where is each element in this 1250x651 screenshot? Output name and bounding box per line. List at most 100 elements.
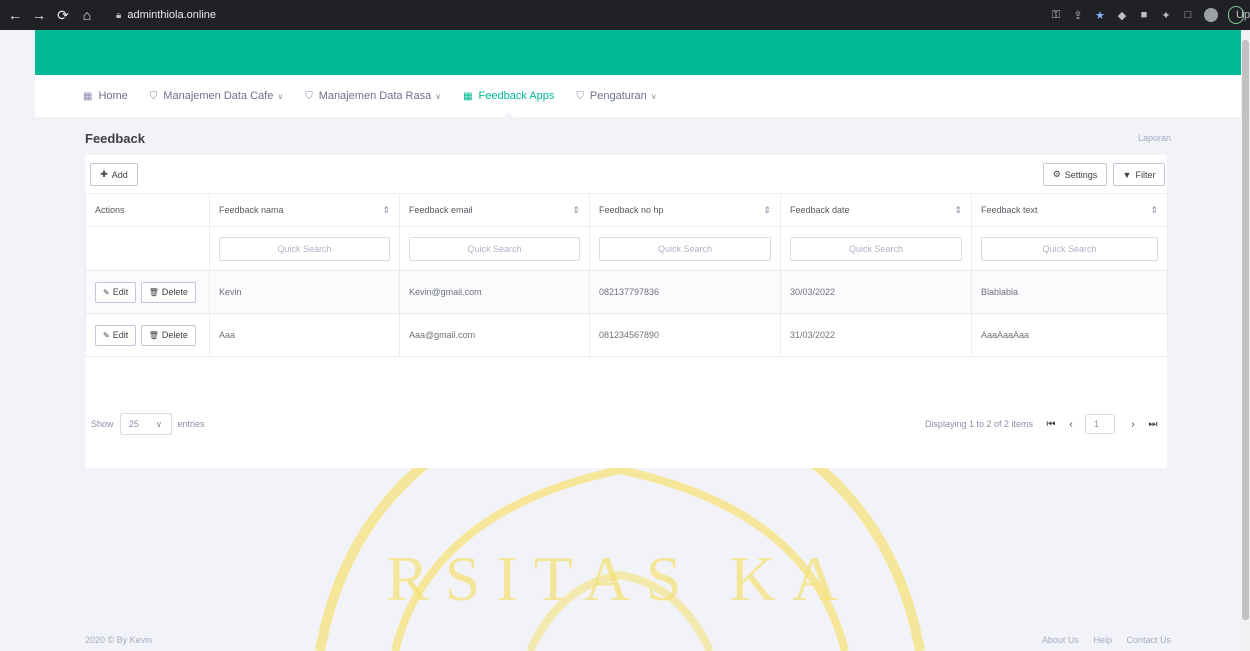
edit-button[interactable]: ✎ Edit — [95, 324, 137, 346]
extension-icon[interactable]: ■ — [1138, 9, 1150, 21]
home-icon[interactable]: ⌂ — [78, 7, 96, 23]
report-link[interactable]: Laporan — [1138, 133, 1171, 143]
last-page-icon[interactable]: ⏭ — [1145, 419, 1161, 430]
settings-label: Settings — [1064, 169, 1098, 180]
menu-item-home[interactable]: ▦ Home — [83, 90, 128, 102]
sort-icon[interactable]: ⇕ — [1150, 205, 1158, 216]
pencil-icon: ✎ — [103, 287, 110, 297]
sort-icon[interactable]: ⇕ — [763, 205, 771, 216]
sort-icon[interactable]: ⇕ — [382, 205, 390, 216]
search-text-input[interactable] — [981, 236, 1158, 261]
menu-item-data-rasa[interactable]: ⛉ Manajemen Data Rasa ∨ — [305, 90, 441, 102]
vertical-scrollbar[interactable] — [1241, 30, 1250, 651]
menu-item-label: Home — [98, 90, 128, 102]
filter-button[interactable]: ▼ Filter — [1113, 163, 1165, 186]
chevron-down-icon: ∨ — [650, 91, 657, 101]
table-row: ✎ Edit 🗑︎ Delete Kevin Kevin@gmail.com 082… — [85, 270, 1168, 314]
sort-icon[interactable]: ⇕ — [572, 205, 580, 216]
address-bar[interactable]: 🔒︎ adminthiola.online — [108, 5, 1028, 25]
footer-link-help[interactable]: Help — [1093, 635, 1112, 645]
menu-item-label: Manajemen Data Rasa — [318, 90, 432, 102]
cell-text: Blablabla — [971, 270, 1168, 314]
menu-item-label: Pengaturan — [589, 90, 647, 102]
cell-email: Kevin@gmail.com — [399, 270, 590, 314]
scrollbar-thumb[interactable] — [1242, 40, 1249, 620]
chevron-down-icon: ∨ — [435, 91, 442, 101]
next-page-icon[interactable]: › — [1125, 419, 1141, 430]
menu-item-feedback-apps[interactable]: ▦ Feedback Apps — [463, 90, 554, 102]
back-icon[interactable]: ← — [6, 7, 24, 23]
column-header-email[interactable]: Feedback email ⇕ — [399, 193, 590, 227]
update-button[interactable]: Update — [1228, 6, 1250, 24]
gear-icon: ⚙ — [1052, 169, 1061, 179]
show-label: Show — [91, 419, 114, 429]
column-header-text[interactable]: Feedback text ⇕ — [971, 193, 1168, 227]
quick-search-row — [85, 226, 1168, 271]
shield-icon: ⛉ — [576, 90, 584, 102]
chevron-down-icon: ∨ — [277, 91, 284, 101]
watermark-text: RSITAS KA — [386, 543, 854, 614]
cell-no-hp: 081234567890 — [589, 313, 781, 357]
page-size-control: Show 25 ∨ entries — [91, 413, 205, 435]
menu-item-label: Manajemen Data Cafe — [163, 90, 274, 102]
page-title: Feedback — [85, 130, 145, 146]
table-row: ✎ Edit 🗑︎ Delete Aaa Aaa@gmail.com 0812345… — [85, 313, 1168, 357]
page-footer: 2020 © By Kevin About Us Help Contact Us — [85, 632, 1171, 648]
cell-nama: Aaa — [209, 313, 400, 357]
cell-date: 31/03/2022 — [780, 313, 972, 357]
column-header-nama[interactable]: Feedback nama ⇕ — [209, 193, 400, 227]
page-size-select[interactable]: 25 ∨ — [119, 413, 172, 435]
footer-link-contact[interactable]: Contact Us — [1126, 635, 1171, 645]
settings-button[interactable]: ⚙ Settings — [1043, 163, 1107, 186]
prev-page-icon[interactable]: ‹ — [1063, 419, 1079, 430]
extension-icon[interactable]: ◆ — [1116, 9, 1128, 22]
page-number-input[interactable] — [1085, 414, 1115, 434]
footer-link-about[interactable]: About Us — [1042, 635, 1079, 645]
edit-button[interactable]: ✎ Edit — [95, 281, 137, 303]
pager: Displaying 1 to 2 of 2 items ⏮ ‹ › ⏭ — [925, 414, 1161, 434]
cell-nama: Kevin — [209, 270, 400, 314]
grid-icon: ▦ — [463, 90, 473, 102]
column-header-date[interactable]: Feedback date ⇕ — [780, 193, 972, 227]
sort-icon[interactable]: ⇕ — [954, 205, 962, 216]
menu-item-data-cafe[interactable]: ⛉ Manajemen Data Cafe ∨ — [150, 90, 283, 102]
page-size-value: 25 — [128, 419, 139, 429]
menu-item-label: Feedback Apps — [478, 90, 555, 102]
app-header — [35, 30, 1241, 75]
browser-extensions: ⚿ ⇪ ★ ◆ ■ ✦ □ Update — [1050, 6, 1250, 24]
main-menu: ▦ Home ⛉ Manajemen Data Cafe ∨ ⛉ Manajem… — [35, 75, 1241, 117]
cell-text: AaaAaaAaa — [971, 313, 1168, 357]
cell-date: 30/03/2022 — [780, 270, 972, 314]
column-header-actions: Actions — [85, 193, 210, 227]
reload-icon[interactable]: ⟳ — [54, 7, 72, 24]
search-date-input[interactable] — [790, 236, 962, 261]
puzzle-icon[interactable]: ✦ — [1160, 9, 1172, 22]
menu-item-pengaturan[interactable]: ⛉ Pengaturan ∨ — [576, 90, 656, 102]
cell-email: Aaa@gmail.com — [399, 313, 590, 357]
browser-toolbar: ← → ⟳ ⌂ 🔒︎ adminthiola.online ⚿ ⇪ ★ ◆ ■ … — [0, 0, 1250, 30]
profile-avatar[interactable] — [1204, 8, 1218, 22]
add-button[interactable]: ✚ Add — [90, 163, 138, 186]
first-page-icon[interactable]: ⏮ — [1043, 419, 1059, 430]
search-nama-input[interactable] — [219, 236, 390, 261]
key-icon[interactable]: ⚿ — [1050, 9, 1062, 22]
copyright-text: 2020 © By Kevin — [85, 635, 153, 645]
star-icon[interactable]: ★ — [1094, 9, 1106, 22]
home-menu-icon: ▦ — [83, 90, 93, 102]
filter-icon: ▼ — [1122, 169, 1132, 180]
lock-icon: 🔒︎ — [116, 9, 122, 21]
filter-label: Filter — [1135, 169, 1156, 180]
search-email-input[interactable] — [409, 236, 580, 261]
trash-icon: 🗑︎ — [148, 287, 159, 297]
window-icon[interactable]: □ — [1182, 9, 1194, 21]
search-no-hp-input[interactable] — [599, 236, 771, 261]
column-header-no-hp[interactable]: Feedback no hp ⇕ — [589, 193, 781, 227]
shield-icon: ⛉ — [149, 90, 158, 102]
pagination-summary: Displaying 1 to 2 of 2 items — [924, 419, 1033, 429]
share-icon[interactable]: ⇪ — [1072, 9, 1084, 22]
plus-icon: ✚ — [100, 169, 108, 179]
forward-icon[interactable]: → — [30, 7, 48, 23]
subheader: Feedback Laporan — [85, 128, 1171, 148]
delete-button[interactable]: 🗑︎ Delete — [140, 324, 196, 346]
delete-button[interactable]: 🗑︎ Delete — [140, 281, 196, 303]
